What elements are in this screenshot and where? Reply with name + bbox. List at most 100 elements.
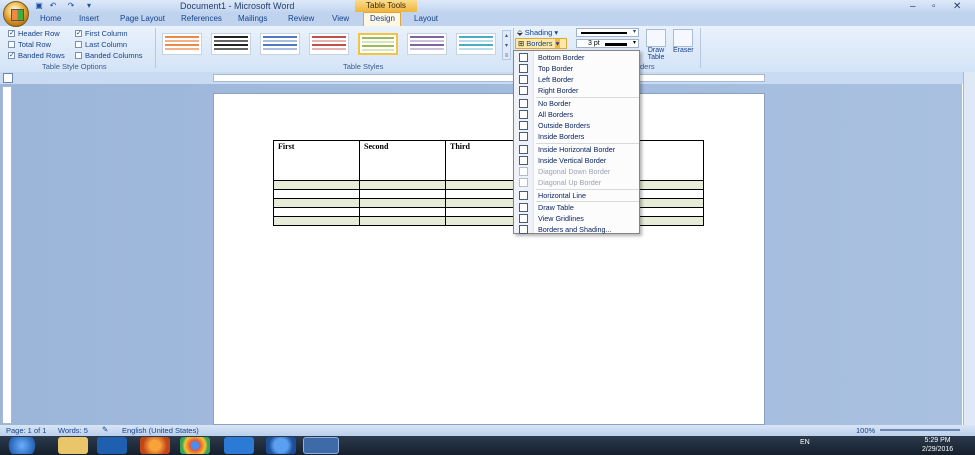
vertical-scrollbar[interactable] (963, 72, 975, 425)
checkmark-icon: ✓ (8, 52, 15, 59)
menu-item-no-border[interactable]: No Border (514, 98, 639, 109)
menu-item-right-border[interactable]: Right Border (514, 85, 639, 96)
total-row-checkbox[interactable]: Total Row (8, 40, 51, 49)
borders-button[interactable]: ⊞ Borders ▾ (515, 38, 567, 49)
tab-selector[interactable] (3, 73, 13, 83)
left-border-icon (519, 75, 528, 84)
menu-item-all-borders[interactable]: All Borders (514, 109, 639, 120)
table-cell[interactable] (273, 198, 360, 208)
close-icon[interactable]: ✕ (953, 1, 961, 12)
save-icon[interactable]: ▣ (34, 1, 44, 10)
tab-view[interactable]: View (332, 14, 349, 23)
right-border-icon (519, 86, 528, 95)
tab-references[interactable]: References (181, 14, 222, 23)
table-cell[interactable] (273, 180, 360, 190)
draw-borders-label: ders (640, 62, 655, 71)
first-column-checkbox[interactable]: ✓ First Column (75, 29, 128, 38)
table-cell[interactable] (273, 207, 360, 217)
draw-table-icon (519, 203, 528, 212)
maximize-icon[interactable]: ▫ (932, 1, 936, 12)
table-cell[interactable] (273, 216, 360, 226)
banded-columns-checkbox[interactable]: Banded Columns (75, 51, 143, 60)
shading-button[interactable]: ⬙ Shading ▾ (517, 28, 558, 37)
word-count[interactable]: Words: 5 (58, 426, 88, 435)
borders-menu: Bottom Border Top Border Left Border Rig… (513, 50, 640, 234)
tab-page-layout[interactable]: Page Layout (120, 14, 165, 23)
table-cell[interactable] (273, 189, 360, 199)
office-button[interactable] (3, 1, 29, 27)
help-icon[interactable] (266, 437, 296, 454)
firefox-icon[interactable] (140, 437, 170, 454)
all-borders-icon (519, 110, 528, 119)
table-styles-label: Table Styles (343, 62, 384, 71)
menu-item-outside-borders[interactable]: Outside Borders (514, 120, 639, 131)
menu-item-left-border[interactable]: Left Border (514, 74, 639, 85)
table-cell[interactable]: First (273, 140, 360, 181)
internet-explorer-icon[interactable] (224, 437, 254, 454)
start-button[interactable] (2, 437, 42, 454)
menu-item-borders-and-shading[interactable]: Borders and Shading... (514, 224, 639, 235)
quick-access-dropdown-icon[interactable]: ▾ (84, 1, 94, 10)
tab-mailings[interactable]: Mailings (238, 14, 267, 23)
menu-item-view-gridlines[interactable]: View Gridlines (514, 213, 639, 224)
minimize-icon[interactable]: – (910, 1, 916, 12)
title-bar (0, 0, 975, 12)
eraser-button[interactable]: Eraser (673, 47, 694, 54)
file-explorer-icon[interactable] (58, 437, 88, 454)
header-row-checkbox[interactable]: ✓ Header Row (8, 29, 60, 38)
table-cell[interactable] (359, 207, 446, 217)
eraser-icon[interactable] (673, 29, 693, 47)
page-count[interactable]: Page: 1 of 1 (6, 426, 46, 435)
undo-icon[interactable]: ↶ (48, 1, 58, 10)
media-player-icon[interactable] (97, 437, 127, 454)
last-column-checkbox[interactable]: Last Column (75, 40, 127, 49)
menu-item-inside-horizontal-border[interactable]: Inside Horizontal Border (514, 144, 639, 155)
menu-item-inside-vertical-border[interactable]: Inside Vertical Border (514, 155, 639, 166)
table-style-option[interactable] (407, 33, 447, 55)
banded-rows-checkbox[interactable]: ✓ Banded Rows (8, 51, 65, 60)
inside-vertical-border-icon (519, 156, 528, 165)
language-bar[interactable]: EN (800, 439, 810, 446)
line-style-dropdown[interactable]: ▾ (576, 28, 639, 37)
draw-table-icon[interactable] (646, 29, 666, 47)
vertical-ruler[interactable] (2, 86, 12, 424)
word-taskbar-icon[interactable] (303, 437, 339, 454)
line-weight-dropdown[interactable]: 3 pt ▾ (576, 39, 639, 48)
menu-item-inside-borders[interactable]: Inside Borders (514, 131, 639, 142)
system-clock[interactable]: 5:29 PM 2/29/2016 (922, 436, 953, 454)
menu-item-bottom-border[interactable]: Bottom Border (514, 52, 639, 63)
tab-review[interactable]: Review (288, 14, 314, 23)
table-cell[interactable] (359, 189, 446, 199)
menu-item-draw-table[interactable]: Draw Table (514, 202, 639, 213)
table-style-option[interactable] (211, 33, 251, 55)
styles-gallery-scroll[interactable]: ▴ ▾ ≡ (502, 30, 511, 60)
tab-home[interactable]: Home (40, 14, 61, 23)
zoom-level[interactable]: 100% (856, 426, 875, 435)
table-style-option[interactable] (456, 33, 496, 55)
bottom-border-icon (519, 53, 528, 62)
tab-insert[interactable]: Insert (79, 14, 99, 23)
chrome-icon[interactable] (180, 437, 210, 454)
redo-icon[interactable]: ↷ (66, 1, 76, 10)
table-cell[interactable]: Second (359, 140, 446, 181)
table-style-option[interactable] (309, 33, 349, 55)
zoom-slider[interactable] (880, 429, 960, 431)
paint-bucket-icon: ⬙ (517, 28, 523, 37)
table-cell[interactable] (359, 180, 446, 190)
tab-design[interactable]: Design (370, 14, 395, 23)
table-style-option[interactable] (260, 33, 300, 55)
proofing-icon[interactable]: ✎ (102, 425, 108, 434)
status-bar: Page: 1 of 1 Words: 5 ✎ English (United … (0, 425, 975, 436)
table-cell[interactable] (359, 198, 446, 208)
table-style-option-selected[interactable] (358, 33, 398, 55)
table-cell[interactable] (359, 216, 446, 226)
menu-item-top-border[interactable]: Top Border (514, 63, 639, 74)
table-style-options-label: Table Style Options (42, 62, 107, 71)
menu-item-horizontal-line[interactable]: Horizontal Line (514, 190, 639, 201)
language-indicator[interactable]: English (United States) (122, 426, 199, 435)
draw-table-button[interactable]: Draw Table (646, 47, 666, 61)
window-title: Document1 - Microsoft Word (180, 1, 295, 11)
table-style-option[interactable] (162, 33, 202, 55)
tab-layout[interactable]: Layout (414, 14, 438, 23)
horizontal-ruler[interactable] (213, 74, 765, 82)
